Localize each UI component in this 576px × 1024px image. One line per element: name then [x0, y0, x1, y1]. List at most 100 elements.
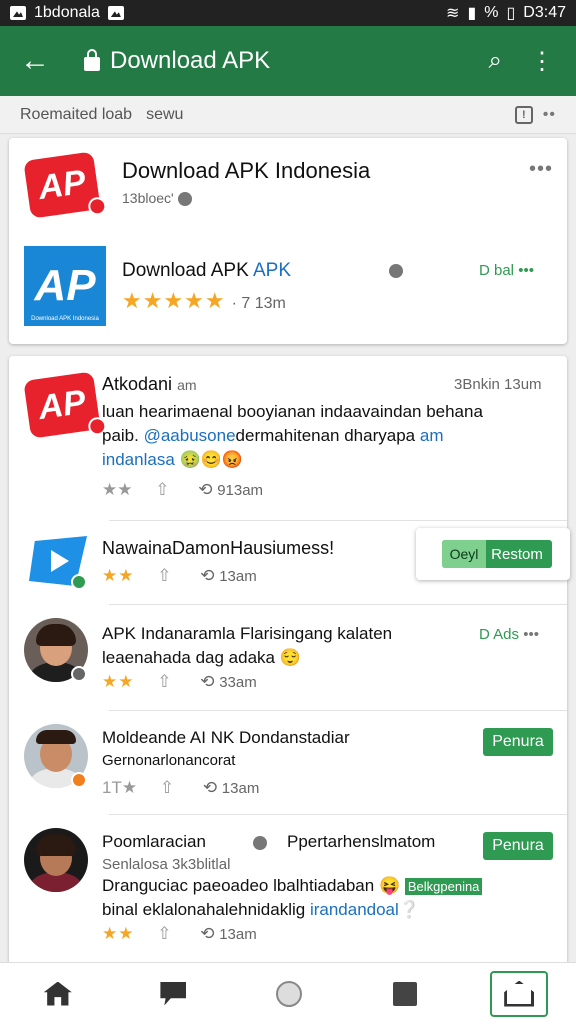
nav-store[interactable]: [490, 970, 549, 1017]
post-author[interactable]: Moldeande AI NK Dondanstadiar: [102, 728, 350, 748]
more-vert-icon[interactable]: ⋮: [530, 47, 554, 76]
share-icon[interactable]: ⇧: [157, 924, 171, 943]
nav-square[interactable]: [375, 969, 435, 1019]
app-subtitle: 13bloec': [122, 190, 192, 207]
post-actions: ★★ ⇧ ⟲ 913am: [102, 480, 263, 500]
share-icon[interactable]: ⇧: [157, 566, 171, 585]
reshare-icon[interactable]: ⟲: [198, 480, 212, 499]
reshare-icon[interactable]: ⟲: [200, 566, 214, 585]
globe-icon: [177, 192, 192, 207]
mention-link[interactable]: @aabusone: [144, 426, 236, 445]
post-line: binal eklalonahalehnidaklig irandandoal❔: [102, 900, 420, 919]
app-info-card: AP Download APK Indonesia 13bloec' ••• A…: [9, 138, 567, 344]
rating-stars[interactable]: ★★: [102, 566, 134, 585]
post-author-secondary: Ppertarhenslmatom: [287, 832, 436, 851]
bottom-nav: [0, 962, 576, 1024]
featured-app-name[interactable]: Download APK APK: [122, 260, 291, 282]
post-line: luan hearimaenal booyianan indaavaindan …: [102, 402, 483, 421]
gallery-icon: [10, 6, 26, 20]
reshare-icon[interactable]: ⟲: [200, 924, 214, 943]
more-horiz-icon[interactable]: ••: [543, 106, 556, 124]
tag-badge[interactable]: Belkgpenina: [404, 878, 483, 895]
status-badge-icon: [71, 666, 87, 682]
search-icon[interactable]: ⌕: [489, 47, 502, 75]
view-toggle[interactable]: sewu: [146, 106, 183, 124]
divider: [109, 814, 567, 815]
divider: [109, 604, 567, 605]
post-line: paib. @aabusonedermahitenan dharyapa am: [102, 426, 444, 445]
post-author[interactable]: Atkodani am: [102, 374, 197, 395]
featured-app-rating: ★★★★★ · 7 13m: [122, 288, 286, 313]
post-line: Senlalosa 3k3blitlal: [102, 856, 231, 873]
rating-stars[interactable]: ★★: [102, 480, 132, 499]
divider: [109, 710, 567, 711]
app-bar: ← Download APK ⌕ ⋮: [0, 26, 576, 96]
post-author[interactable]: APK Indanaramla Flarisingang kalaten: [102, 624, 392, 644]
featured-action[interactable]: D bal •••: [479, 262, 534, 279]
lock-icon: [84, 49, 100, 71]
post-avatar[interactable]: AP: [23, 371, 108, 439]
status-bar: 1bdonala ≋ ▮ % ▯ D3:47: [0, 0, 576, 26]
reshare-count: 913am: [217, 482, 264, 499]
verified-badge-icon: [71, 574, 87, 590]
reshare-count: 13am: [219, 926, 257, 943]
nav-circle[interactable]: [259, 969, 319, 1019]
post-time: 3Bnkin 13um: [454, 376, 542, 393]
post-actions: ★★ ⇧ ⟲ 13am: [102, 566, 257, 586]
carrier-label: 1bdonala: [34, 4, 100, 21]
app-logo: AP: [23, 151, 108, 219]
reshare-icon[interactable]: ⟲: [200, 672, 214, 691]
post-author[interactable]: NawainaDamonHausiumess!: [102, 538, 334, 559]
rating-stars[interactable]: 1T★: [102, 778, 137, 797]
info-square-icon[interactable]: !: [514, 105, 533, 124]
app-title: Download APK Indonesia: [122, 158, 371, 183]
share-icon[interactable]: ⇧: [155, 480, 169, 499]
post-actions: 1T★ ⇧ ⟲ 13am: [102, 778, 259, 798]
post-line: Dranguciac paeoadeo lbalhtiadaban 😝 Belk…: [102, 876, 483, 896]
post-action[interactable]: D Ads •••: [479, 626, 539, 643]
post-author[interactable]: Poomlaracian: [102, 832, 206, 852]
share-icon[interactable]: ⇧: [157, 672, 171, 691]
battery-label: %: [484, 4, 499, 21]
back-arrow-icon[interactable]: ←: [0, 26, 70, 96]
page-title: Download APK: [110, 47, 271, 74]
status-badge-icon: [71, 772, 87, 788]
share-icon[interactable]: ⇧: [160, 778, 174, 797]
signal-icon: ▮: [467, 5, 477, 22]
rating-stars[interactable]: ★★: [102, 924, 134, 943]
feed-card: AP Atkodani am 3Bnkin 13um luan hearimae…: [9, 356, 567, 966]
sub-bar: Roemaited loab sewu ! ••: [0, 96, 576, 134]
square-icon: [392, 981, 417, 1006]
follow-button[interactable]: Penura: [483, 728, 553, 756]
divider: [109, 520, 567, 521]
store-icon: [504, 980, 535, 1007]
clock: D3:47: [523, 4, 566, 21]
reshare-count: 13am: [219, 568, 257, 585]
wifi-icon: ≋: [446, 5, 460, 22]
battery-icon: ▯: [506, 5, 516, 22]
post-line: indanlasa 🤢😊😡: [102, 450, 244, 469]
restore-lead-label[interactable]: Oeyl: [442, 540, 486, 568]
nav-messages[interactable]: [143, 969, 203, 1019]
post-line: Gernonarlonancorat: [102, 752, 236, 769]
nav-home[interactable]: [28, 969, 88, 1019]
rating-stars[interactable]: ★★: [102, 672, 134, 691]
sub-bar-text: Roemaited loab: [20, 105, 133, 123]
card-more-icon[interactable]: •••: [529, 158, 553, 181]
notification-icon: [107, 6, 124, 20]
globe-icon: [253, 836, 267, 850]
globe-icon: [389, 264, 403, 278]
reshare-count: 33am: [219, 674, 257, 691]
reshare-icon[interactable]: ⟲: [203, 778, 217, 797]
post-link[interactable]: irandandoal: [310, 900, 399, 919]
restore-popup: Restom Oeyl: [416, 528, 570, 580]
post-actions: ★★ ⇧ ⟲ 33am: [102, 672, 257, 692]
home-icon: [43, 981, 72, 1006]
reshare-count: 13am: [221, 780, 260, 797]
circle-icon: [275, 980, 302, 1007]
featured-app-logo[interactable]: AP Download APK Indonesia: [24, 246, 106, 326]
avatar[interactable]: [24, 828, 88, 892]
follow-button[interactable]: Penura: [483, 832, 553, 860]
chat-icon: [160, 981, 187, 1006]
post-line: leaenahada dag adaka 😌: [102, 648, 301, 667]
